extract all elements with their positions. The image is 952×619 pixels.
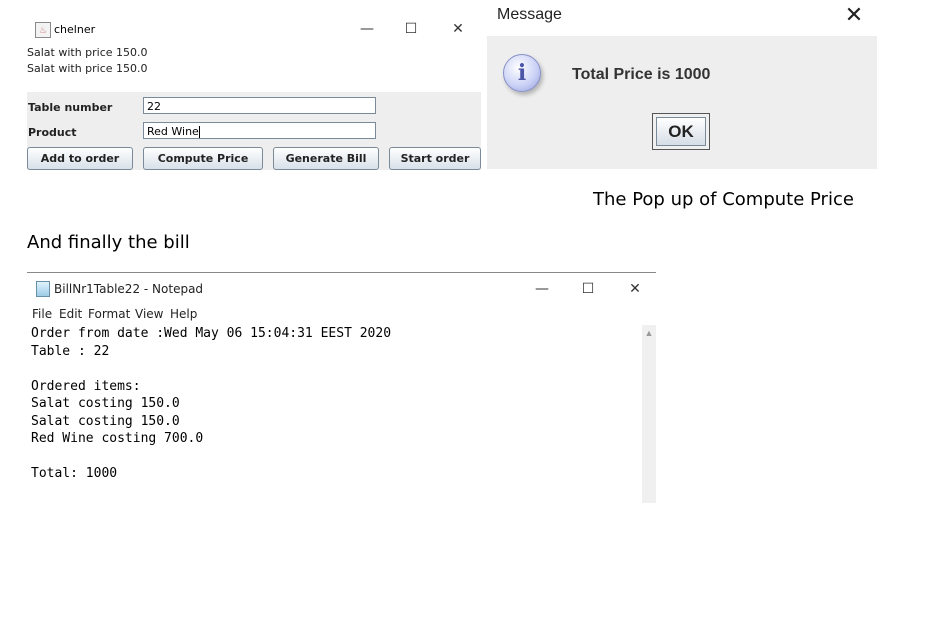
info-icon: i <box>503 54 541 92</box>
message-body: i Total Price is 1000 OK <box>487 36 877 169</box>
add-to-order-button[interactable]: Add to order <box>27 147 133 170</box>
close-button[interactable]: ✕ <box>447 18 469 40</box>
message-title: Message <box>497 6 562 23</box>
menu-help[interactable]: Help <box>170 307 197 321</box>
maximize-button[interactable]: ☐ <box>400 18 422 40</box>
bill-line <box>31 360 641 378</box>
menu-view[interactable]: View <box>135 307 163 321</box>
bill-caption: And finally the bill <box>27 232 190 253</box>
bill-line: Order from date :Wed May 06 15:04:31 EES… <box>31 326 392 341</box>
table-number-label: Table number <box>28 101 113 114</box>
bill-line: Total: 1000 <box>31 466 118 481</box>
chelner-title: chelner <box>54 23 96 36</box>
bill-line <box>31 448 641 466</box>
scroll-up-icon[interactable]: ▲ <box>642 327 656 339</box>
bill-line: Ordered items: <box>31 378 141 394</box>
generate-bill-button[interactable]: Generate Bill <box>273 147 379 170</box>
vertical-scrollbar[interactable]: ▲ <box>642 325 656 503</box>
notepad-window: BillNr1Table22 - Notepad — ☐ ✕ File Edit… <box>27 272 656 503</box>
product-input-value: Red Wine <box>147 125 199 138</box>
product-label: Product <box>28 126 77 139</box>
message-titlebar: Message ✕ <box>487 0 877 36</box>
order-form-panel: Table number 22 Product Red Wine Add to … <box>27 92 481 170</box>
notepad-menubar: File Edit Format View Help <box>27 307 656 325</box>
order-line: Salat with price 150.0 <box>27 46 148 59</box>
ok-button[interactable]: OK <box>652 113 710 150</box>
start-order-button[interactable]: Start order <box>389 147 481 170</box>
popup-caption: The Pop up of Compute Price <box>593 189 854 210</box>
minimize-button[interactable]: — <box>356 18 378 40</box>
chelner-window: ♨ chelner — ☐ ✕ Salat with price 150.0 S… <box>27 17 481 170</box>
bill-line: Red Wine costing 700.0 <box>31 431 204 446</box>
notepad-text-area[interactable]: Order from date :Wed May 06 15:04:31 EES… <box>31 325 641 503</box>
notepad-icon <box>36 281 50 297</box>
product-input[interactable]: Red Wine <box>143 122 376 139</box>
notepad-title: BillNr1Table22 - Notepad <box>54 282 204 296</box>
message-dialog: Message ✕ i Total Price is 1000 OK <box>487 0 877 169</box>
text-cursor <box>198 126 200 138</box>
message-text: Total Price is 1000 <box>572 66 711 83</box>
compute-price-button[interactable]: Compute Price <box>143 147 263 170</box>
minimize-button[interactable]: — <box>531 278 553 300</box>
bill-line: Table : 22 <box>31 343 110 359</box>
order-line: Salat with price 150.0 <box>27 62 148 75</box>
table-number-input[interactable]: 22 <box>143 97 376 114</box>
menu-file[interactable]: File <box>32 307 52 321</box>
order-list: Salat with price 150.0 Salat with price … <box>27 45 481 91</box>
java-app-icon: ♨ <box>35 22 51 38</box>
bill-line: Salat costing 150.0 <box>31 396 180 411</box>
menu-format[interactable]: Format <box>88 307 130 321</box>
chelner-titlebar: ♨ chelner — ☐ ✕ <box>27 17 481 45</box>
close-button[interactable]: ✕ <box>624 278 646 300</box>
ok-button-label: OK <box>656 117 706 146</box>
close-icon[interactable]: ✕ <box>841 2 867 28</box>
maximize-button[interactable]: ☐ <box>577 278 599 300</box>
bill-line: Salat costing 150.0 <box>31 413 180 429</box>
menu-edit[interactable]: Edit <box>59 307 82 321</box>
